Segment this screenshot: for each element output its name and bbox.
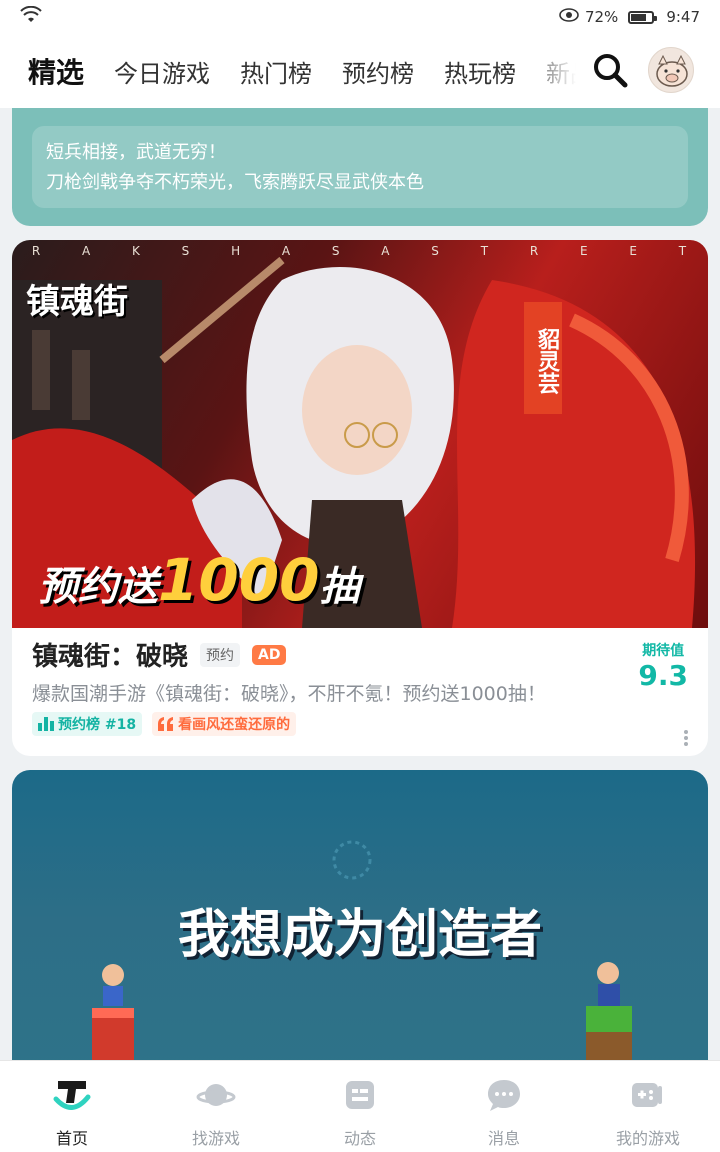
banner-promo: 预约送1000抽 — [38, 546, 359, 614]
character-name-tag: 貂灵芸 — [524, 302, 562, 414]
promo-text-box: 短兵相接，武道无穷！ 刀枪剑戟争夺不朽荣光，飞索腾跃尽显武侠本色 — [32, 126, 688, 208]
video-title: 我想成为创造者 — [177, 905, 542, 965]
ranking-icon — [38, 717, 54, 731]
game-title[interactable]: 镇魂街：破晓 — [32, 636, 188, 673]
nav-feed-label: 动态 — [343, 1129, 376, 1148]
nav-home[interactable]: 首页 — [0, 1061, 144, 1152]
avatar[interactable] — [648, 47, 694, 93]
nav-feed[interactable]: 动态 — [288, 1061, 432, 1152]
quote-icon — [158, 717, 174, 731]
rank-chip[interactable]: 预约榜 #18 — [32, 712, 143, 736]
tab-featured[interactable]: 精选 — [28, 51, 85, 91]
tab-today-games[interactable]: 今日游戏 — [114, 54, 210, 89]
ad-badge: AD — [252, 644, 287, 665]
banner-promo-suffix: 抽 — [319, 564, 360, 610]
banner-letter: T — [678, 244, 689, 258]
review-chip-label: 看画风还蛮还原的 — [178, 717, 291, 733]
nav-messages-label: 消息 — [487, 1129, 520, 1148]
chat-bubble-icon — [488, 1080, 520, 1111]
wifi-icon — [20, 5, 42, 28]
video-card[interactable]: 我想成为创造者 — [12, 770, 708, 1070]
promo-card[interactable]: 短兵相接，武道无穷！ 刀枪剑戟争夺不朽荣光，飞索腾跃尽显武侠本色 — [12, 108, 708, 226]
banner-letters: R A K S H A S A S T R E E T — [12, 244, 708, 258]
top-nav: 精选 今日游戏 热门榜 预约榜 热玩榜 新品 — [0, 34, 720, 108]
banner-letter: E — [579, 244, 590, 258]
banner-letter: T — [480, 244, 491, 258]
game-title-row: 镇魂街：破晓 预约 AD — [32, 636, 642, 673]
nav-find-games[interactable]: 找游戏 — [144, 1061, 288, 1152]
banner-letter: H — [231, 244, 243, 258]
nav-home-label: 首页 — [55, 1129, 88, 1148]
promo-line-1: 短兵相接，武道无穷！ — [46, 142, 226, 163]
promo-line-2: 刀枪剑戟争夺不朽荣光，飞索腾跃尽显武侠本色 — [46, 172, 424, 193]
banner-letter: A — [82, 244, 93, 258]
banner-letter: E — [629, 244, 639, 258]
nav-tabs: 精选 今日游戏 热门榜 预约榜 热玩榜 新品 — [28, 51, 588, 91]
home-icon — [53, 1081, 91, 1110]
game-logo: 镇魂街 — [26, 282, 128, 322]
banner-letter: A — [381, 244, 392, 258]
battery-icon — [628, 10, 658, 24]
reserve-tag: 预约 — [200, 642, 241, 667]
status-bar: 72% 9:47 — [0, 0, 720, 34]
bottom-nav: 首页 找游戏 动态 消息 我的游戏 — [0, 1060, 720, 1152]
nav-find-games-label: 找游戏 — [191, 1129, 240, 1148]
tab-reserve-chart[interactable]: 预约榜 — [342, 54, 414, 89]
banner-letter: R — [31, 244, 43, 258]
banner-letter: S — [181, 244, 192, 258]
game-info: 镇魂街：破晓 预约 AD 爆款国潮手游《镇魂街：破晓》，不肝不氪！预约送1000… — [32, 636, 642, 736]
banner-letter: S — [431, 244, 441, 258]
nav-my-games-label: 我的游戏 — [615, 1129, 680, 1148]
feed-icon — [346, 1081, 374, 1109]
tab-hot-chart[interactable]: 热门榜 — [240, 54, 312, 89]
rating-value: 9.3 — [638, 659, 688, 692]
game-card[interactable]: R A K S H A S A S T R E E T 镇魂街 貂灵芸 预约送1… — [12, 240, 708, 756]
game-banner[interactable]: R A K S H A S A S T R E E T 镇魂街 貂灵芸 预约送1… — [12, 240, 708, 628]
gamepad-icon — [632, 1083, 662, 1107]
game-description: 爆款国潮手游《镇魂街：破晓》，不肝不氪！预约送1000抽！ — [32, 683, 546, 705]
eye-icon — [559, 8, 579, 26]
more-options-icon[interactable] — [674, 726, 698, 750]
banner-promo-prefix: 预约送 — [38, 564, 158, 610]
banner-promo-number: 1000 — [158, 546, 320, 614]
banner-letter: A — [281, 244, 293, 258]
rank-chip-label: 预约榜 #18 — [58, 717, 137, 733]
search-icon[interactable] — [590, 50, 630, 90]
review-chip[interactable]: 看画风还蛮还原的 — [152, 712, 297, 736]
banner-letter: R — [529, 244, 541, 258]
game-meta: 预约榜 #18 看画风还蛮还原的 — [32, 712, 642, 736]
clock: 9:47 — [666, 8, 700, 26]
rating-label: 期待值 — [642, 643, 685, 659]
battery-percent: 72% — [584, 8, 619, 26]
nav-my-games[interactable]: 我的游戏 — [576, 1061, 720, 1152]
nav-messages[interactable]: 消息 — [432, 1061, 576, 1152]
planet-icon — [196, 1084, 236, 1106]
expectation-rating: 期待值 9.3 — [638, 640, 688, 692]
tab-play-chart[interactable]: 热玩榜 — [444, 54, 516, 89]
nav-fade — [520, 34, 600, 108]
banner-letter: S — [331, 244, 342, 258]
banner-letter: K — [132, 244, 142, 258]
